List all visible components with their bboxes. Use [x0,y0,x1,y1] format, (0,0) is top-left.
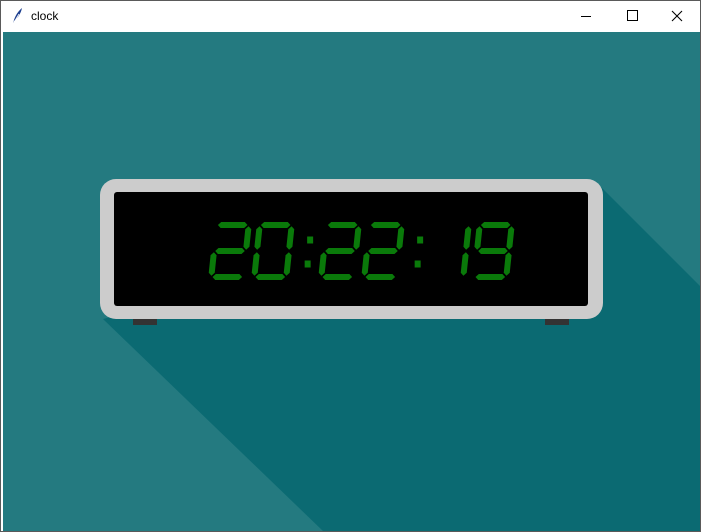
maximize-button[interactable] [609,1,655,31]
feather-icon [10,7,24,25]
foot-left [133,318,157,325]
window-title: clock [31,9,59,23]
digit-4-segment-d [365,274,396,280]
digit-1-segment-d [212,274,243,280]
maximize-icon [627,10,638,21]
digit-6-segment-g [478,248,508,254]
digit-3-segment-g [325,248,355,254]
digit-1-segment-a [217,222,248,228]
digit-6-segment-d [475,274,506,280]
colon-2-dot-2 [414,260,421,268]
close-icon [671,10,683,22]
digit-4-segment-a [370,222,401,228]
digit-6-segment-a [480,222,511,228]
digit-1-segment-g [215,248,245,254]
digit-2-segment-d [255,274,286,280]
digit-3-segment-a [327,222,358,228]
colon-2-dot-1 [417,236,424,244]
digit-2-segment-a [260,222,291,228]
minimize-icon [581,16,591,17]
foot-right [545,318,569,325]
close-button[interactable] [654,1,700,31]
colon-1-dot-1 [307,236,314,244]
digit-4-segment-g [368,248,398,254]
digit-3-segment-d [322,274,353,280]
clock-canvas [3,32,700,531]
app-window: clock [0,0,701,532]
colon-1-dot-2 [304,260,311,268]
title-bar[interactable]: clock [1,1,700,31]
minimize-button[interactable] [563,1,609,31]
